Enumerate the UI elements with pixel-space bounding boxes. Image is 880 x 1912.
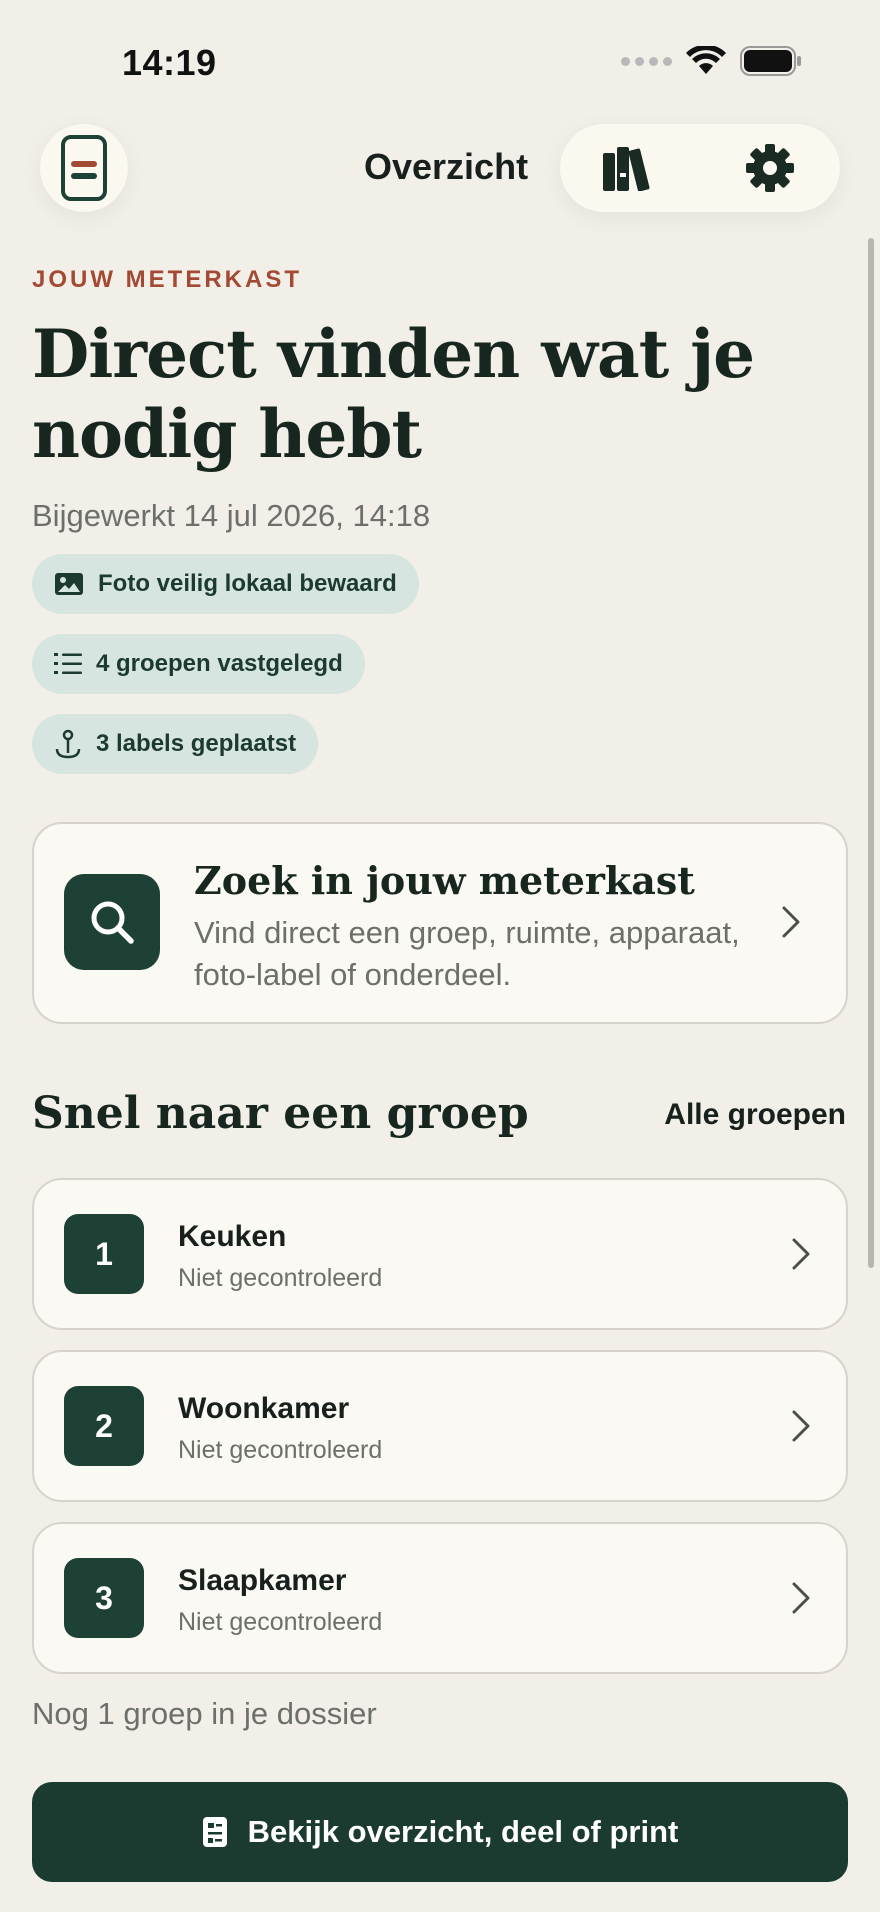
- chevron-right-icon: [780, 904, 802, 940]
- menu-button[interactable]: [40, 124, 128, 212]
- group-status: Niet gecontroleerd: [178, 1264, 383, 1292]
- document-icon: [202, 1817, 227, 1847]
- chip-label: Foto veilig lokaal bewaard: [98, 570, 397, 597]
- chevron-right-icon: [790, 1236, 812, 1272]
- status-time: 14:19: [122, 42, 217, 83]
- chip-label: 4 groepen vastgelegd: [96, 650, 343, 677]
- group-number: 1: [64, 1214, 144, 1294]
- settings-button[interactable]: [710, 124, 830, 212]
- last-updated: Bijgewerkt 14 jul 2026, 14:18: [32, 498, 431, 533]
- group-name: Slaapkamer: [178, 1564, 347, 1597]
- group-card-slaapkamer[interactable]: 3 Slaapkamer Niet gecontroleerd: [32, 1522, 848, 1674]
- search-card[interactable]: Zoek in jouw meterkast Vind direct een g…: [32, 822, 848, 1024]
- more-groups-note: Nog 1 groep in je dossier: [32, 1696, 377, 1731]
- battery-icon: [740, 46, 801, 76]
- chevron-right-icon: [790, 1408, 812, 1444]
- chip-labels: 3 labels geplaatst: [32, 714, 319, 774]
- group-card-woonkamer[interactable]: 2 Woonkamer Niet gecontroleerd: [32, 1350, 848, 1502]
- library-icon: [603, 147, 650, 191]
- list-icon: [54, 653, 82, 674]
- cellular-signal-icon: [621, 56, 672, 66]
- search-tile: [64, 874, 160, 970]
- cta-label: Bekijk overzicht, deel of print: [247, 1814, 679, 1849]
- library-button[interactable]: [570, 124, 690, 212]
- nav-actions: [560, 124, 840, 212]
- view-overview-button[interactable]: Bekijk overzicht, deel of print: [32, 1782, 848, 1882]
- eyebrow-label: JOUW METERKAST: [32, 266, 302, 293]
- group-number: 2: [64, 1386, 144, 1466]
- chip-label: 3 labels geplaatst: [96, 730, 297, 757]
- group-status: Niet gecontroleerd: [178, 1608, 383, 1636]
- search-title: Zoek in jouw meterkast: [194, 858, 695, 903]
- all-groups-link[interactable]: Alle groepen: [664, 1098, 846, 1132]
- chip-photo: Foto veilig lokaal bewaard: [32, 554, 419, 614]
- search-icon: [91, 901, 134, 944]
- wifi-icon: [686, 46, 726, 74]
- group-status: Niet gecontroleerd: [178, 1436, 383, 1464]
- scrollbar[interactable]: [868, 238, 874, 1268]
- pin-icon: [55, 729, 81, 759]
- groups-section-title: Snel naar een groep: [32, 1088, 529, 1139]
- page-title: Direct vinden wat je nodig hebt: [32, 315, 755, 473]
- gear-icon: [746, 144, 794, 192]
- group-number: 3: [64, 1558, 144, 1638]
- group-name: Woonkamer: [178, 1392, 350, 1425]
- menu-icon: [61, 135, 107, 201]
- status-icons: [621, 46, 802, 76]
- group-card-keuken[interactable]: 1 Keuken Niet gecontroleerd: [32, 1178, 848, 1330]
- chip-groups: 4 groepen vastgelegd: [32, 634, 365, 694]
- nav-title: Overzicht: [364, 146, 529, 187]
- group-name: Keuken: [178, 1220, 287, 1253]
- chevron-right-icon: [790, 1580, 812, 1616]
- photo-icon: [55, 573, 83, 595]
- search-subtitle: Vind direct een groep, ruimte, apparaat,…: [194, 915, 740, 992]
